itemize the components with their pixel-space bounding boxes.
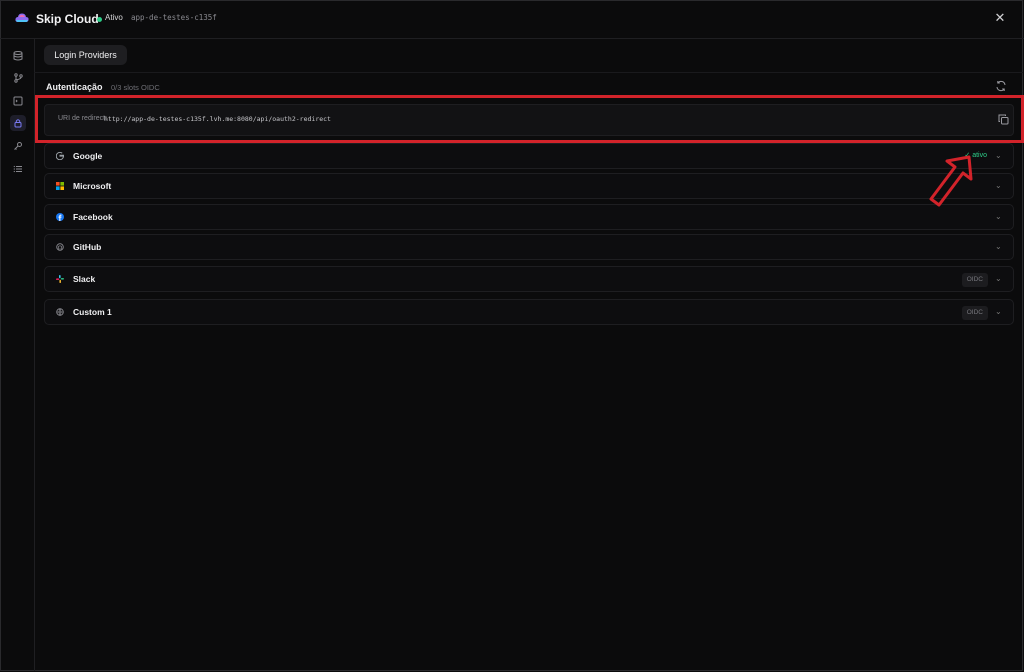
- close-icon[interactable]: ✕: [992, 10, 1008, 26]
- chevron-down-icon[interactable]: ⌄: [995, 308, 1003, 316]
- provider-name: Google: [73, 151, 103, 161]
- sidebar: [0, 38, 35, 671]
- github-icon: [56, 243, 64, 251]
- oidc-badge: OIDC: [961, 273, 988, 287]
- chevron-down-icon[interactable]: ⌄: [995, 182, 1003, 190]
- oidc-badge: OIDC: [961, 306, 988, 320]
- oidc-slots-count: 0/3 slots OIDC: [111, 83, 160, 92]
- provider-name: Custom 1: [73, 307, 112, 317]
- refresh-icon[interactable]: [995, 80, 1007, 92]
- provider-name: GitHub: [73, 242, 102, 252]
- microsoft-icon: [56, 182, 64, 190]
- provider-slack[interactable]: Slack OIDC ⌄: [44, 266, 1014, 292]
- status-text: Ativo: [105, 13, 123, 22]
- annotation-highlight-box: [35, 95, 1024, 143]
- provider-name: Facebook: [73, 212, 113, 222]
- provider-name: Microsoft: [73, 181, 112, 191]
- git-branch-icon: [14, 73, 23, 83]
- provider-github[interactable]: GitHub ⌄: [44, 234, 1014, 260]
- provider-google[interactable]: Google ✓ ativo ⌄: [44, 143, 1014, 169]
- sidebar-item-auth[interactable]: [10, 115, 26, 131]
- lock-icon: [14, 119, 22, 128]
- divider: [34, 72, 1023, 73]
- chevron-down-icon[interactable]: ⌄: [995, 213, 1003, 221]
- facebook-icon: [56, 213, 64, 221]
- annotation-arrow-icon: [929, 155, 973, 207]
- slack-icon: [56, 275, 64, 283]
- chevron-down-icon[interactable]: ⌄: [995, 275, 1003, 283]
- key-icon: [14, 142, 22, 150]
- sidebar-item-list[interactable]: [10, 161, 26, 177]
- app-header: Skip Cloud Ativo app-de-testes-c135f ✕: [0, 0, 1024, 39]
- provider-custom-1[interactable]: Custom 1 OIDC ⌄: [44, 299, 1014, 325]
- tab-login-providers[interactable]: Login Providers: [44, 45, 127, 65]
- database-icon: [13, 51, 23, 61]
- sidebar-item-database[interactable]: [10, 48, 26, 64]
- globe-icon: [56, 308, 64, 316]
- sidebar-item-keys[interactable]: [10, 138, 26, 154]
- chevron-down-icon[interactable]: ⌄: [995, 152, 1003, 160]
- provider-microsoft[interactable]: Microsoft ⌄: [44, 173, 1014, 199]
- chevron-down-icon[interactable]: ⌄: [995, 243, 1003, 251]
- sidebar-item-terminal[interactable]: [10, 93, 26, 109]
- cloud-logo-icon: [15, 13, 29, 22]
- list-icon: [13, 165, 22, 173]
- section-title: Autenticação: [46, 82, 103, 92]
- terminal-icon: [13, 96, 23, 106]
- google-icon: [56, 152, 64, 160]
- provider-facebook[interactable]: Facebook ⌄: [44, 204, 1014, 230]
- provider-name: Slack: [73, 274, 96, 284]
- sidebar-item-git[interactable]: [10, 70, 26, 86]
- project-id: app-de-testes-c135f: [131, 13, 217, 22]
- app-title: Skip Cloud: [36, 12, 99, 26]
- status-dot: [97, 17, 102, 22]
